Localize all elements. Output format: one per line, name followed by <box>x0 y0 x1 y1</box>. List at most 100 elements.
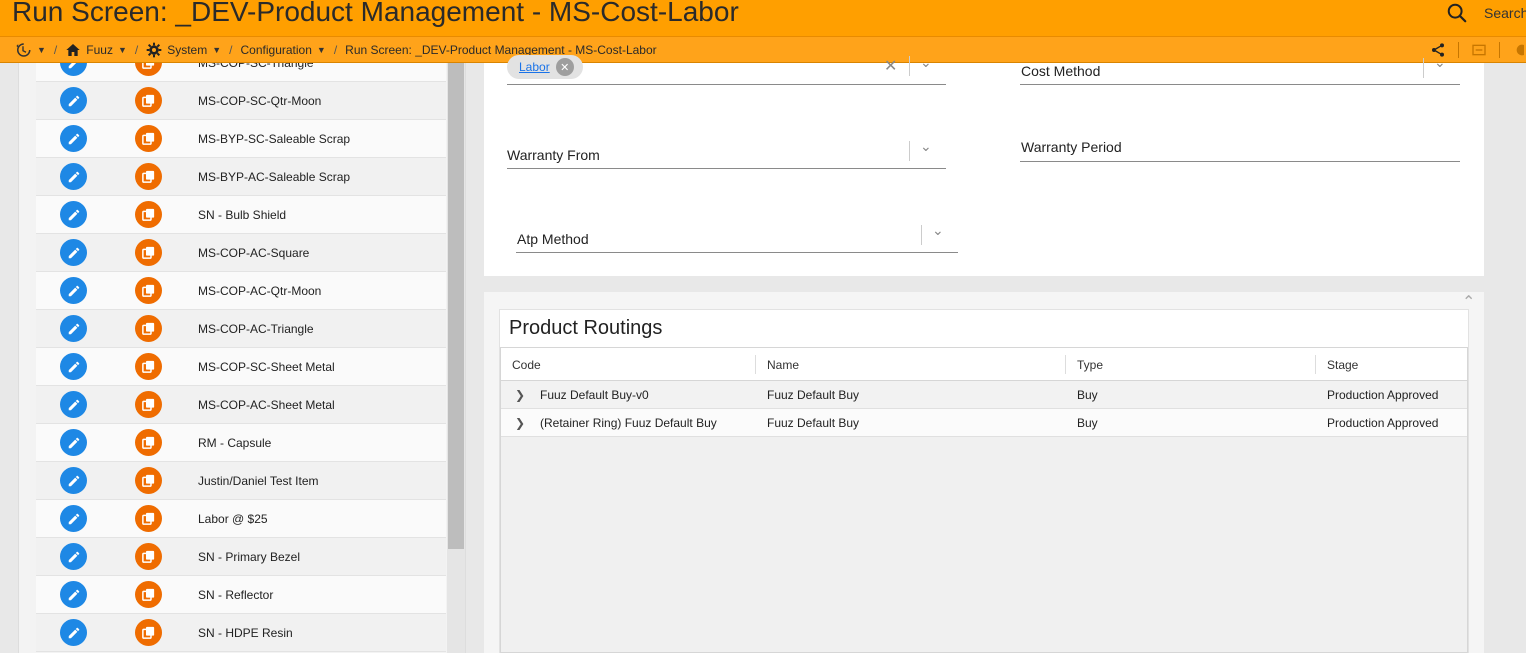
chevron-right-icon[interactable]: ❯ <box>515 409 525 436</box>
list-item[interactable]: MS-COP-SC-Triangle <box>36 63 446 82</box>
search-icon[interactable] <box>1446 2 1468 24</box>
copy-button[interactable] <box>135 543 162 570</box>
history-icon[interactable] <box>14 41 32 59</box>
breadcrumb-item-current: Run Screen: _DEV-Product Management - MS… <box>345 43 656 57</box>
list-item[interactable]: MS-COP-AC-Square <box>36 234 446 272</box>
breadcrumb-label[interactable]: Configuration <box>241 43 312 57</box>
copy-icon <box>142 626 155 639</box>
edit-button[interactable] <box>60 353 87 380</box>
chevron-down-icon[interactable]: ⌄ <box>1434 54 1446 71</box>
breadcrumb-label[interactable]: Fuuz <box>86 43 113 57</box>
warranty-from-select[interactable] <box>507 168 946 169</box>
edit-button[interactable] <box>60 391 87 418</box>
edit-button[interactable] <box>60 63 87 76</box>
list-item[interactable]: SN - HDPE Resin <box>36 614 446 652</box>
edit-button[interactable] <box>60 429 87 456</box>
list-item[interactable]: Labor @ $25 <box>36 500 446 538</box>
edit-button[interactable] <box>60 581 87 608</box>
atp-method-label: Atp Method <box>517 231 589 247</box>
pencil-icon <box>68 209 79 220</box>
breadcrumb-item-configuration[interactable]: Configuration ▼ <box>241 43 326 57</box>
status-icon[interactable] <box>1512 42 1524 58</box>
column-divider[interactable] <box>1315 355 1316 374</box>
copy-button[interactable] <box>135 201 162 228</box>
chip-label[interactable]: Labor <box>519 60 550 74</box>
chevron-down-icon[interactable]: ▼ <box>212 45 221 55</box>
list-item[interactable]: SN - Primary Bezel <box>36 538 446 576</box>
edit-button[interactable] <box>60 201 87 228</box>
history-button[interactable]: ▼ <box>14 41 46 59</box>
copy-button[interactable] <box>135 87 162 114</box>
pencil-icon <box>68 95 79 106</box>
list-item[interactable]: SN - Reflector <box>36 576 446 614</box>
table-row[interactable]: ❯ Fuuz Default Buy-v0 Fuuz Default Buy B… <box>501 381 1467 409</box>
column-divider[interactable] <box>1065 355 1066 374</box>
edit-button[interactable] <box>60 87 87 114</box>
copy-button[interactable] <box>135 467 162 494</box>
warranty-period-input[interactable] <box>1020 161 1460 162</box>
list-item[interactable]: MS-COP-AC-Sheet Metal <box>36 386 446 424</box>
breadcrumb-item-system[interactable]: System ▼ <box>146 42 221 58</box>
edit-button[interactable] <box>60 543 87 570</box>
breadcrumb-item-fuuz[interactable]: Fuuz ▼ <box>65 42 127 58</box>
edit-button[interactable] <box>60 125 87 152</box>
column-header-code[interactable]: Code <box>512 348 541 381</box>
chevron-down-icon[interactable]: ▼ <box>37 45 46 55</box>
column-header-stage[interactable]: Stage <box>1327 348 1358 381</box>
copy-button[interactable] <box>135 619 162 646</box>
chevron-down-icon[interactable]: ⌄ <box>920 138 932 155</box>
copy-button[interactable] <box>135 163 162 190</box>
column-header-name[interactable]: Name <box>767 348 799 381</box>
list-item[interactable]: MS-COP-AC-Triangle <box>36 310 446 348</box>
search-label[interactable]: Search <box>1484 5 1526 21</box>
scrollbar-thumb[interactable] <box>448 63 464 549</box>
edit-button[interactable] <box>60 619 87 646</box>
edit-button[interactable] <box>60 163 87 190</box>
list-item[interactable]: MS-BYP-SC-Saleable Scrap <box>36 120 446 158</box>
copy-button[interactable] <box>135 315 162 342</box>
remove-chip-icon[interactable]: ✕ <box>555 58 574 76</box>
table-row[interactable]: ❯ (Retainer Ring) Fuuz Default Buy Fuuz … <box>501 409 1467 437</box>
breadcrumb-label[interactable]: System <box>167 43 207 57</box>
copy-button[interactable] <box>135 353 162 380</box>
cost-method-label: Cost Method <box>1021 63 1101 79</box>
column-header-type[interactable]: Type <box>1077 348 1103 381</box>
clear-icon[interactable]: ✕ <box>884 56 897 76</box>
list-item[interactable]: SN - Bulb Shield <box>36 196 446 234</box>
window-icon[interactable] <box>1471 42 1487 58</box>
chevron-down-icon[interactable]: ⌄ <box>932 222 944 239</box>
search-area[interactable]: Search <box>1446 2 1526 24</box>
edit-button[interactable] <box>60 277 87 304</box>
copy-button[interactable] <box>135 581 162 608</box>
list-item[interactable]: RM - Capsule <box>36 424 446 462</box>
copy-icon <box>142 284 155 297</box>
copy-button[interactable] <box>135 239 162 266</box>
copy-button[interactable] <box>135 505 162 532</box>
list-item[interactable]: MS-BYP-AC-Saleable Scrap <box>36 158 446 196</box>
title-bar: Run Screen: _DEV-Product Management - MS… <box>0 0 1526 36</box>
chevron-down-icon[interactable]: ⌄ <box>920 54 932 71</box>
chevron-down-icon[interactable]: ▼ <box>118 45 127 55</box>
copy-icon <box>142 474 155 487</box>
copy-button[interactable] <box>135 125 162 152</box>
atp-method-select[interactable] <box>516 252 958 253</box>
chevron-right-icon[interactable]: ❯ <box>515 381 525 408</box>
edit-button[interactable] <box>60 239 87 266</box>
list-item[interactable]: Justin/Daniel Test Item <box>36 462 446 500</box>
edit-button[interactable] <box>60 505 87 532</box>
edit-button[interactable] <box>60 467 87 494</box>
chevron-down-icon[interactable]: ▼ <box>317 45 326 55</box>
routing-grid: Code Name Type Stage ❯ Fuuz Default Buy-… <box>500 347 1468 653</box>
copy-button[interactable] <box>135 63 162 76</box>
type-chip[interactable]: Labor ✕ <box>507 55 583 79</box>
edit-button[interactable] <box>60 315 87 342</box>
cost-method-select[interactable] <box>1020 84 1460 85</box>
cell-code: Fuuz Default Buy-v0 <box>540 387 649 402</box>
list-item[interactable]: MS-COP-AC-Qtr-Moon <box>36 272 446 310</box>
list-item[interactable]: MS-COP-SC-Qtr-Moon <box>36 82 446 120</box>
copy-button[interactable] <box>135 277 162 304</box>
copy-button[interactable] <box>135 391 162 418</box>
column-divider[interactable] <box>755 355 756 374</box>
copy-button[interactable] <box>135 429 162 456</box>
list-item[interactable]: MS-COP-SC-Sheet Metal <box>36 348 446 386</box>
